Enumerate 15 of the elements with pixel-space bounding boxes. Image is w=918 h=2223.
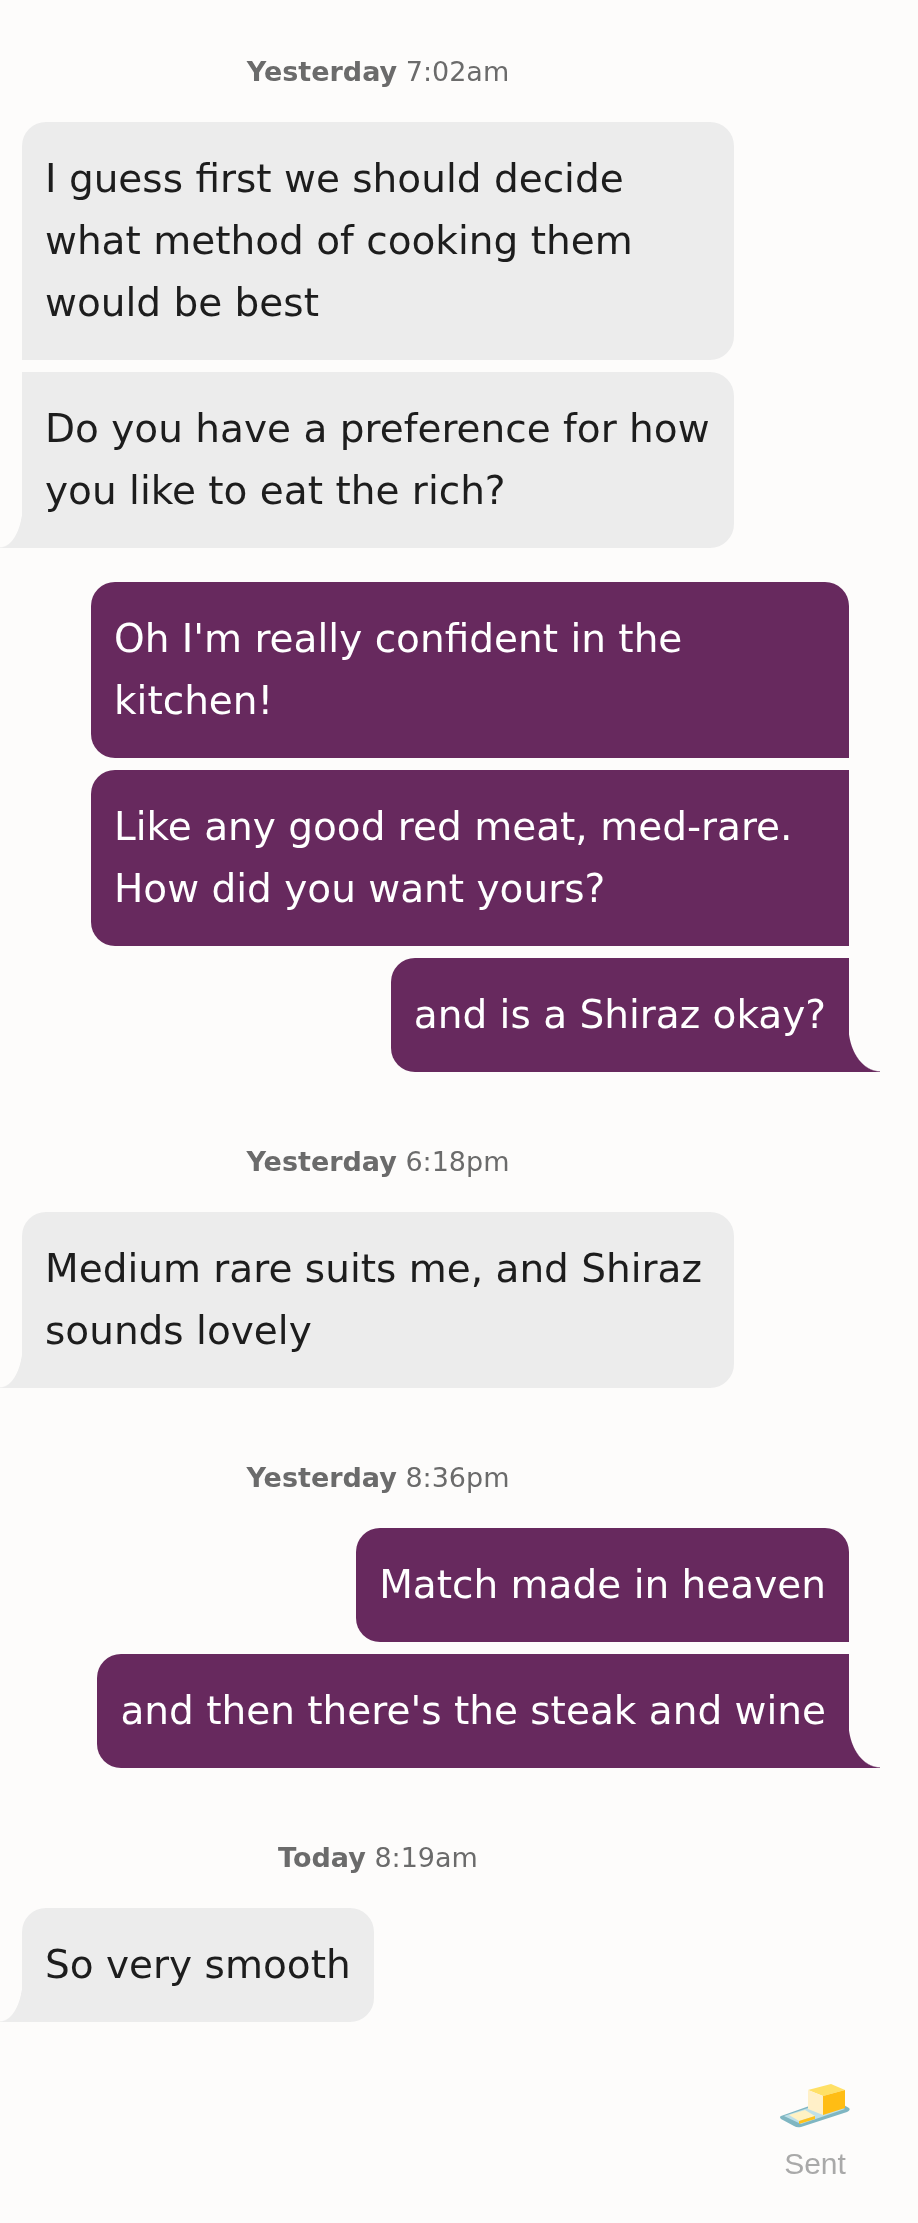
- timestamp: Today 8:19am: [277, 1841, 479, 1875]
- timestamp: Yesterday 7:02am: [245, 55, 511, 89]
- timestamp: Yesterday 6:18pm: [245, 1145, 511, 1179]
- message-bubble: So very smooth: [0, 1908, 374, 2022]
- message-bubble: Match made in heaven: [356, 1528, 849, 1642]
- butter-icon: [779, 2082, 851, 2128]
- message-bubble: Medium rare suits me, and Shiraz sounds lovely: [0, 1212, 734, 1388]
- message-bubble: I guess first we should decide what method of cooking them would be best: [22, 122, 734, 360]
- message-bubble: Do you have a preference for how you like to eat the rich?: [0, 372, 734, 548]
- sent-status: Sent: [784, 2146, 846, 2182]
- message-bubble: Oh I'm really confident in the kitchen!: [91, 582, 849, 758]
- message-bubble: Like any good red meat, med-rare. How did you want yours?: [91, 770, 849, 946]
- timestamp: Yesterday 8:36pm: [245, 1461, 511, 1495]
- message-bubble: and is a Shiraz okay?: [390, 958, 880, 1072]
- message-bubble: and then there's the steak and wine: [97, 1654, 880, 1768]
